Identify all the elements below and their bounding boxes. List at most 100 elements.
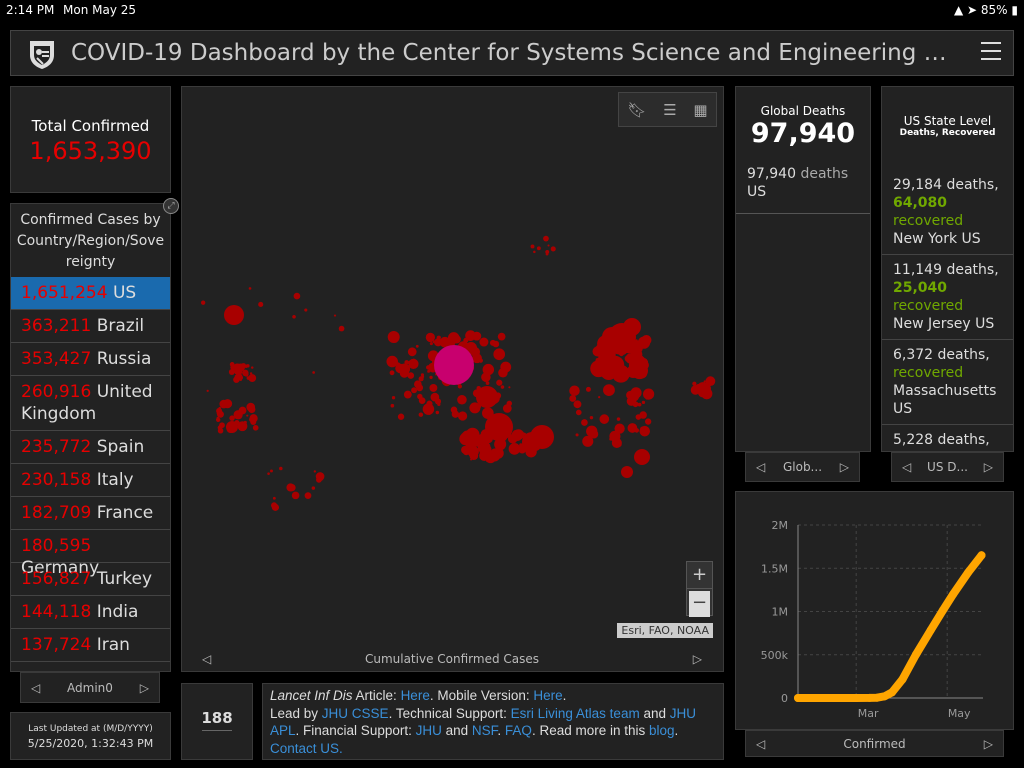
case-bubble[interactable] <box>237 373 242 377</box>
case-bubble[interactable] <box>258 301 264 308</box>
us-state-item[interactable]: 29,184 deaths, 64,080 recovered New York … <box>882 170 1013 255</box>
country-list-item[interactable]: 353,427 Russia <box>11 343 170 376</box>
case-bubble[interactable] <box>316 476 322 483</box>
case-bubble[interactable] <box>476 386 498 408</box>
case-bubble[interactable] <box>602 327 622 347</box>
country-list-item[interactable]: 235,772 Spain <box>11 431 170 464</box>
country-list-item[interactable]: 137,724 Iran <box>11 629 170 662</box>
us-highlight-bubble[interactable] <box>434 345 474 385</box>
case-bubble[interactable] <box>425 332 436 343</box>
case-bubble[interactable] <box>418 397 426 404</box>
case-bubble[interactable] <box>591 363 605 378</box>
case-bubble[interactable] <box>434 398 442 405</box>
case-bubble[interactable] <box>592 346 603 357</box>
case-bubble[interactable] <box>457 411 468 421</box>
country-list-item[interactable]: 156,827 Turkey <box>11 563 170 596</box>
case-bubble[interactable] <box>246 414 249 417</box>
case-bubble[interactable] <box>222 401 226 405</box>
case-bubble[interactable] <box>387 330 400 343</box>
case-bubble[interactable] <box>218 406 222 410</box>
case-bubble[interactable] <box>457 384 463 389</box>
case-bubble[interactable] <box>279 466 283 471</box>
case-bubble[interactable] <box>629 391 640 402</box>
legend-list-icon[interactable]: ☰ <box>663 101 676 119</box>
us-state-item[interactable]: 11,149 deaths, 25,040 recovered New Jerse… <box>882 255 1013 340</box>
case-bubble[interactable] <box>603 384 615 397</box>
case-bubble[interactable] <box>470 435 482 447</box>
case-bubble[interactable] <box>599 414 610 424</box>
case-bubble[interactable] <box>226 421 238 433</box>
case-bubble[interactable] <box>420 373 425 377</box>
case-bubble[interactable] <box>601 353 608 360</box>
case-bubble[interactable] <box>472 331 481 341</box>
case-bubble[interactable] <box>414 380 422 389</box>
case-bubble[interactable] <box>536 246 541 251</box>
next-arrow-icon[interactable]: ▷ <box>140 681 149 695</box>
case-bubble[interactable] <box>224 305 244 325</box>
esri-link[interactable]: Esri Living Atlas team <box>511 706 640 721</box>
bookmark-icon[interactable]: 🔖︎ <box>627 101 646 119</box>
prev-arrow-icon[interactable]: ◁ <box>756 460 765 474</box>
case-bubble[interactable] <box>573 400 582 409</box>
case-bubble[interactable] <box>311 486 316 490</box>
case-bubble[interactable] <box>614 423 625 434</box>
case-bubble[interactable] <box>616 417 621 421</box>
case-bubble[interactable] <box>634 449 650 465</box>
country-list-item[interactable]: 182,709 France <box>11 497 170 530</box>
case-bubble[interactable] <box>252 424 259 431</box>
case-bubble[interactable] <box>229 362 235 367</box>
case-bubble[interactable] <box>701 388 713 400</box>
case-bubble[interactable] <box>418 412 424 417</box>
case-bubble[interactable] <box>470 347 481 357</box>
case-bubble[interactable] <box>429 342 433 346</box>
country-list-item[interactable]: 260,916 United Kingdom <box>11 376 170 431</box>
faq-link[interactable]: FAQ <box>505 723 532 738</box>
data-point[interactable] <box>911 650 920 659</box>
case-bubble[interactable] <box>435 410 440 415</box>
case-bubble[interactable] <box>530 425 554 449</box>
country-list-item[interactable]: 1,651,254 US <box>11 277 170 310</box>
map-panel[interactable]: 🔖︎ ☰ ▦ + − Esri, FAO, NOAA ◁ Cumulative Con… <box>181 86 724 672</box>
mobile-version-link[interactable]: Here <box>533 688 562 703</box>
case-bubble[interactable] <box>598 396 601 399</box>
case-bubble[interactable] <box>500 385 505 389</box>
case-bubble[interactable] <box>485 381 490 385</box>
case-bubble[interactable] <box>200 300 206 305</box>
case-bubble[interactable] <box>267 472 270 475</box>
case-bubble[interactable] <box>415 344 419 348</box>
case-bubble[interactable] <box>581 419 588 426</box>
case-bubble[interactable] <box>569 395 577 402</box>
prev-arrow-icon[interactable]: ◁ <box>202 652 211 666</box>
basemap-gallery-icon[interactable]: ▦ <box>693 101 707 119</box>
country-list-item[interactable]: 180,595 Germany <box>11 530 170 578</box>
case-bubble[interactable] <box>485 413 513 441</box>
case-bubble[interactable] <box>304 308 308 312</box>
case-bubble[interactable] <box>530 244 535 249</box>
case-bubble[interactable] <box>641 400 646 405</box>
case-bubble[interactable] <box>582 435 594 447</box>
prev-arrow-icon[interactable]: ◁ <box>756 737 765 751</box>
jhu-link[interactable]: JHU <box>416 723 442 738</box>
case-bubble[interactable] <box>312 371 315 374</box>
case-bubble[interactable] <box>272 496 276 500</box>
case-bubble[interactable] <box>533 250 536 254</box>
case-bubble[interactable] <box>250 366 254 369</box>
case-bubble[interactable] <box>485 458 490 462</box>
next-arrow-icon[interactable]: ▷ <box>693 652 702 666</box>
case-bubble[interactable] <box>429 384 438 392</box>
case-bubble[interactable] <box>621 466 633 478</box>
case-bubble[interactable] <box>611 437 622 448</box>
case-bubble[interactable] <box>386 355 398 368</box>
data-point[interactable] <box>977 551 986 560</box>
data-point[interactable] <box>794 693 802 702</box>
case-bubble[interactable] <box>449 336 453 339</box>
case-bubble[interactable] <box>519 443 523 447</box>
next-arrow-icon[interactable]: ▷ <box>984 737 993 751</box>
case-bubble[interactable] <box>595 358 599 362</box>
prev-arrow-icon[interactable]: ◁ <box>902 460 911 474</box>
case-bubble[interactable] <box>637 402 642 407</box>
case-bubble[interactable] <box>638 357 649 368</box>
case-bubble[interactable] <box>270 469 273 473</box>
case-bubble[interactable] <box>217 425 223 431</box>
case-bubble[interactable] <box>411 387 418 394</box>
